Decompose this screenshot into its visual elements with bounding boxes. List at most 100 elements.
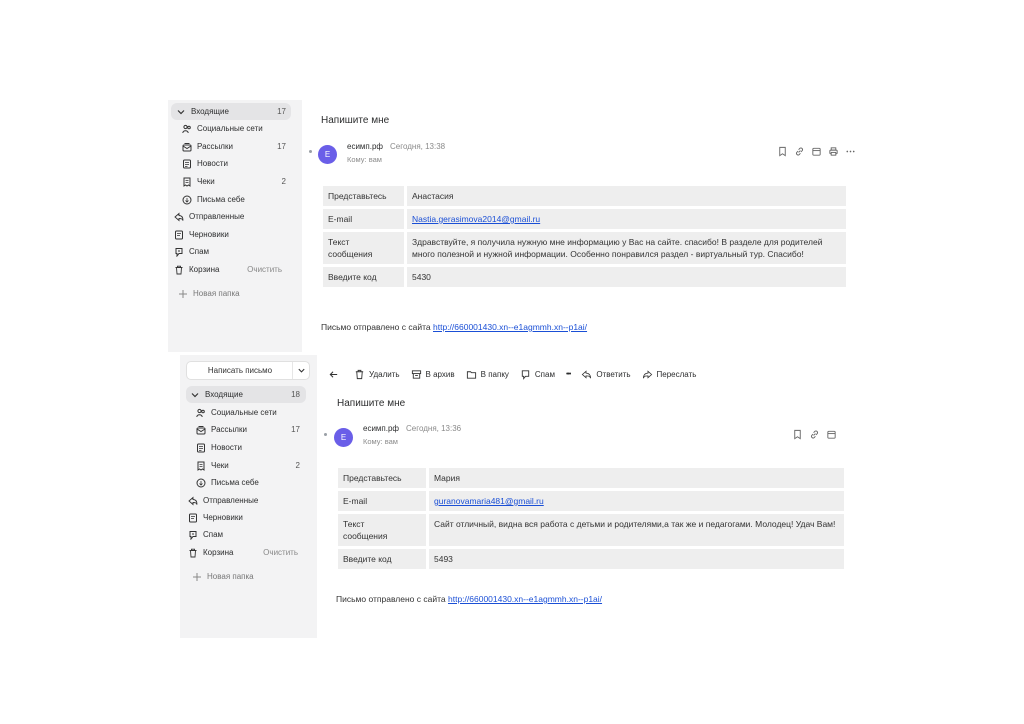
email-link[interactable]: guranovamaria481@gmail.ru	[434, 496, 544, 506]
footer-text: Письмо отправлено с сайта	[336, 594, 446, 604]
reply-button[interactable]: Ответить	[581, 369, 631, 380]
sender-avatar: E	[318, 145, 337, 164]
compose-button[interactable]: Написать письмо	[186, 361, 310, 380]
site-link[interactable]: http://660001430.xn--e1agmmh.xn--p1ai/	[448, 594, 602, 604]
calendar-icon[interactable]	[825, 428, 837, 440]
folder-label: Письма себе	[197, 195, 245, 204]
clear-trash-link[interactable]: Очистить	[263, 548, 298, 557]
folder-drafts[interactable]: Черновики	[188, 510, 300, 525]
unread-dot[interactable]	[324, 433, 327, 436]
new-folder-label: Новая папка	[193, 289, 240, 298]
chevron-down-icon[interactable]	[176, 107, 186, 117]
field-key: Введите код	[338, 549, 429, 569]
message-pane: Удалить В архив В папку Спам ••• Ответит…	[317, 355, 844, 638]
receipt-icon	[196, 461, 206, 471]
folder-newsletters[interactable]: Рассылки 17	[196, 422, 300, 437]
message-subject: Напишите мне	[321, 115, 390, 126]
archive-button[interactable]: В архив	[411, 369, 455, 380]
delete-button[interactable]: Удалить	[354, 369, 400, 380]
calendar-icon[interactable]	[810, 145, 822, 157]
archive-icon	[411, 370, 421, 379]
newspaper-icon	[196, 443, 206, 453]
folder-sent[interactable]: Отправленные	[174, 209, 286, 224]
sidebar: Написать письмо Входящие 18 Социальные с…	[180, 355, 317, 638]
people-icon	[196, 408, 206, 418]
message-footer: Письмо отправлено с сайта http://6600014…	[321, 322, 587, 332]
folder-trash[interactable]: Корзина Очистить	[188, 545, 298, 560]
folder-count: 2	[295, 461, 300, 470]
folder-count: 17	[277, 142, 286, 151]
folder-drafts[interactable]: Черновики	[174, 227, 286, 242]
field-key: Текст сообщения	[338, 514, 429, 546]
mail-screenshot-1: Входящие 17 Социальные сети Рассылки 17 …	[168, 100, 855, 352]
folder-inbox[interactable]: Входящие 17	[176, 104, 286, 119]
table-row: Текст сообщения Здравствуйте, я получила …	[323, 232, 846, 264]
folder-social[interactable]: Социальные сети	[182, 121, 286, 136]
clear-trash-link[interactable]: Очистить	[247, 265, 282, 274]
bookmark-icon[interactable]	[776, 145, 788, 157]
field-key: Представьтесь	[338, 468, 429, 488]
new-folder-button[interactable]: Новая папка	[178, 286, 278, 301]
folder-newsletters[interactable]: Рассылки 17	[182, 139, 286, 154]
site-link[interactable]: http://660001430.xn--e1agmmh.xn--p1ai/	[433, 322, 587, 332]
reply-label: Ответить	[596, 370, 631, 379]
field-value: Мария	[429, 468, 844, 488]
forward-label: Переслать	[656, 370, 697, 379]
sender-name[interactable]: есимп.рф	[347, 142, 383, 151]
field-value: Сайт отличный, видна вся работа с детьми…	[429, 514, 844, 546]
field-value: 5430	[407, 267, 846, 287]
print-icon[interactable]	[827, 145, 839, 157]
folder-social[interactable]: Социальные сети	[196, 405, 300, 420]
more-icon[interactable]	[844, 145, 856, 157]
email-link[interactable]: Nastia.gerasimova2014@gmail.ru	[412, 214, 540, 224]
envelope-stack-icon	[196, 425, 206, 435]
folder-inbox[interactable]: Входящие 18	[190, 387, 300, 402]
recipient-line: Кому: вам	[347, 155, 382, 164]
field-value: 5493	[429, 549, 844, 569]
field-key: Текст сообщения	[323, 232, 407, 264]
back-button[interactable]	[328, 369, 343, 380]
chevron-down-icon[interactable]	[190, 390, 200, 400]
sender-name[interactable]: есимп.рф	[363, 424, 399, 433]
folder-spam[interactable]: Спам	[188, 527, 300, 542]
folder-news[interactable]: Новости	[182, 156, 286, 171]
bookmark-icon[interactable]	[791, 428, 803, 440]
folder-label: Социальные сети	[197, 124, 263, 133]
self-mail-icon	[182, 195, 192, 205]
folder-news[interactable]: Новости	[196, 440, 300, 455]
field-key-line: сообщения	[328, 249, 373, 259]
more-button[interactable]: •••	[566, 371, 571, 378]
message-footer: Письмо отправлено с сайта http://6600014…	[336, 594, 602, 604]
folder-label: Рассылки	[197, 142, 233, 151]
folder-notes-to-self[interactable]: Письма себе	[182, 192, 286, 207]
chevron-down-icon[interactable]	[292, 362, 309, 379]
message-actions	[776, 145, 856, 157]
folder-receipts[interactable]: Чеки 2	[182, 174, 286, 189]
message-subject: Напишите мне	[337, 398, 406, 409]
folder-sent[interactable]: Отправленные	[188, 493, 300, 508]
folder-count: 2	[281, 177, 286, 186]
folder-notes-to-self[interactable]: Письма себе	[196, 475, 300, 490]
forward-icon	[642, 370, 652, 379]
folder-trash[interactable]: Корзина Очистить	[174, 262, 282, 277]
move-to-folder-button[interactable]: В папку	[466, 369, 509, 380]
table-row: Введите код 5430	[323, 267, 846, 287]
unread-dot[interactable]	[309, 150, 312, 153]
folder-label: Новости	[211, 443, 242, 452]
spam-label: Спам	[534, 370, 555, 379]
folder-spam[interactable]: Спам	[174, 244, 286, 259]
spam-button[interactable]: Спам	[520, 369, 555, 380]
newspaper-icon	[182, 159, 192, 169]
mail-screenshot-2: Написать письмо Входящие 18 Социальные с…	[180, 355, 844, 638]
move-label: В папку	[480, 370, 509, 379]
link-icon[interactable]	[808, 428, 820, 440]
forward-button[interactable]: Переслать	[642, 369, 697, 380]
folder-receipts[interactable]: Чеки 2	[196, 458, 300, 473]
link-icon[interactable]	[793, 145, 805, 157]
new-folder-label: Новая папка	[207, 572, 254, 581]
spam-icon	[188, 530, 198, 540]
folder-label: Чеки	[211, 461, 229, 470]
folder-label: Входящие	[191, 107, 229, 116]
trash-icon	[174, 265, 184, 275]
new-folder-button[interactable]: Новая папка	[192, 569, 292, 584]
